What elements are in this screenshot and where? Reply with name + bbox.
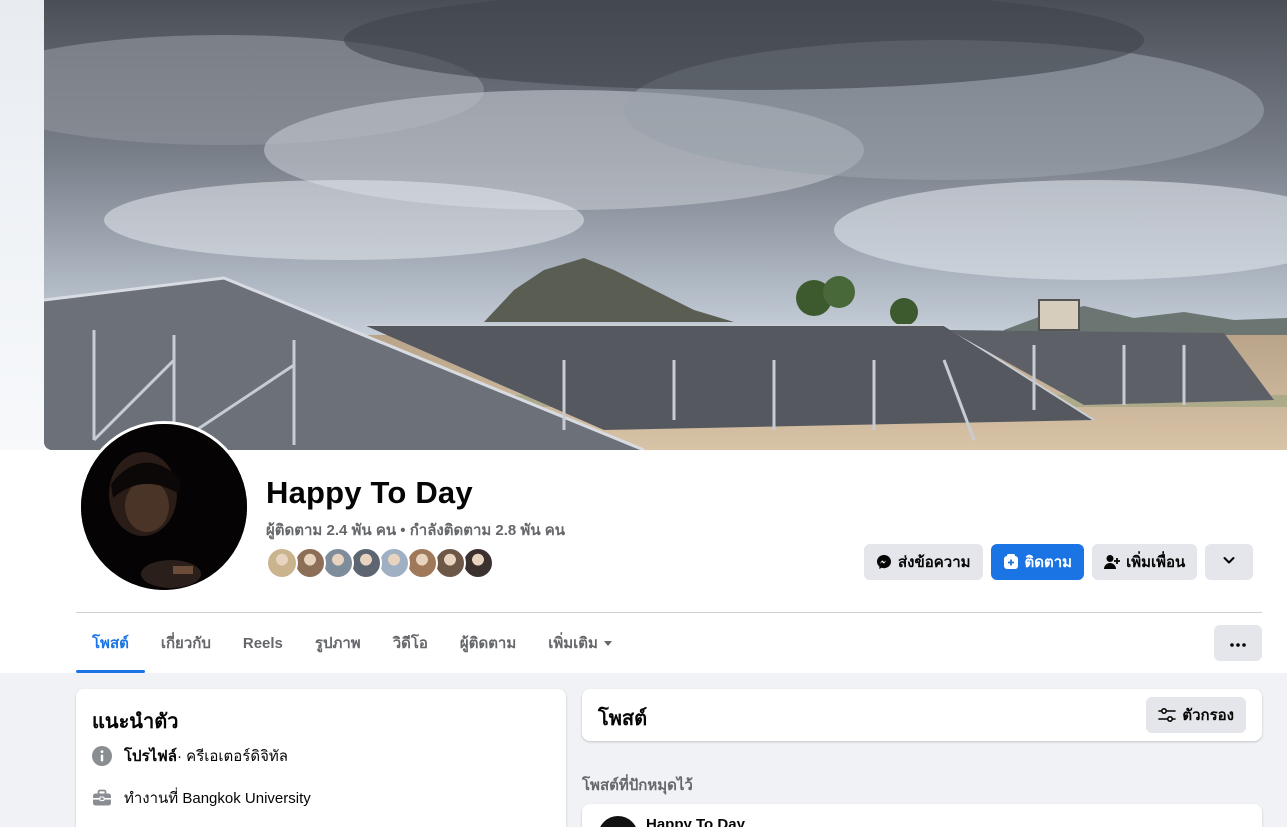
tab-label: เพิ่มเติม	[548, 635, 598, 652]
add-friend-icon	[1104, 554, 1121, 570]
tab-label: Reels	[242, 634, 283, 652]
intro-work-row: ทำงานที่ Bangkok University	[92, 786, 311, 810]
friend-avatar[interactable]	[462, 547, 494, 579]
friend-avatar[interactable]	[434, 547, 466, 579]
follow-label: ติดตาม	[1024, 554, 1073, 571]
posts-header-card: โพสต์ ตัวกรอง	[582, 689, 1262, 741]
intro-card: แนะนำตัว โปรไฟล์ · ครีเอเตอร์ดิจิทัล ทำง…	[76, 689, 566, 827]
briefcase-icon	[92, 788, 112, 808]
intro-profile-row: โปรไฟล์ · ครีเอเตอร์ดิจิทัล	[92, 744, 288, 768]
cover-image	[44, 0, 1287, 450]
more-dots-icon	[1230, 634, 1246, 652]
friend-avatar[interactable]	[406, 547, 438, 579]
profile-actions: ส่งข้อความ ติดตาม เพิ่มเพื่อน	[864, 544, 1254, 580]
filter-button[interactable]: ตัวกรอง	[1146, 697, 1246, 733]
tab-posts[interactable]: โพสต์	[76, 613, 145, 673]
tab-label: เกี่ยวกับ	[160, 635, 211, 652]
messenger-icon	[876, 554, 892, 570]
friend-avatars[interactable]	[266, 547, 494, 580]
filter-label: ตัวกรอง	[1182, 707, 1234, 724]
avatar-image	[81, 424, 247, 590]
add-friend-button[interactable]: เพิ่มเพื่อน	[1092, 544, 1198, 580]
more-options-button[interactable]	[1214, 625, 1262, 661]
tab-label: โพสต์	[92, 635, 129, 652]
profile-tabs: โพสต์ เกี่ยวกับ Reels รูปภาพ วิดีโอ ผู้ต…	[76, 613, 628, 673]
cover-photo[interactable]	[44, 0, 1287, 450]
follow-icon	[1003, 554, 1019, 570]
tab-videos[interactable]: วิดีโอ	[377, 613, 444, 673]
message-label: ส่งข้อความ	[898, 554, 971, 571]
chevron-down-icon	[1222, 553, 1236, 571]
posts-title: โพสต์	[598, 708, 648, 730]
post-author-name[interactable]: Happy To Day	[646, 816, 745, 827]
tab-more[interactable]: เพิ่มเติม	[532, 613, 628, 673]
intro-title: แนะนำตัว	[92, 711, 179, 733]
tab-label: รูปภาพ	[314, 635, 361, 652]
filter-icon	[1158, 706, 1177, 724]
tab-label: ผู้ติดตาม	[459, 635, 517, 652]
left-gutter	[0, 0, 44, 450]
profile-name: Happy To Day	[266, 475, 473, 510]
tab-reels[interactable]: Reels	[227, 613, 299, 673]
profile-avatar[interactable]	[78, 421, 250, 593]
friend-avatar[interactable]	[350, 547, 382, 579]
profile-dropdown-button[interactable]	[1205, 544, 1254, 580]
pinned-posts-label: โพสต์ที่ปักหมุดไว้	[582, 777, 693, 794]
friend-avatar[interactable]	[294, 547, 326, 579]
tab-label: วิดีโอ	[392, 635, 428, 652]
follow-button[interactable]: ติดตาม	[990, 544, 1085, 580]
caret-down-icon	[603, 640, 612, 646]
pinned-post: Happy To Day	[582, 804, 1262, 827]
message-button[interactable]: ส่งข้อความ	[864, 544, 983, 580]
tab-about[interactable]: เกี่ยวกับ	[145, 613, 227, 673]
followers-count[interactable]: ผู้ติดตาม 2.4 พัน คน • กำลังติดตาม 2.8 พ…	[266, 518, 565, 542]
info-icon	[92, 746, 112, 766]
friend-avatar[interactable]	[378, 547, 410, 579]
tab-followers[interactable]: ผู้ติดตาม	[444, 613, 532, 673]
friend-avatar[interactable]	[266, 547, 298, 579]
post-author-avatar[interactable]	[598, 816, 638, 827]
intro-profile-label: โปรไฟล์	[124, 748, 177, 765]
add-friend-label: เพิ่มเพื่อน	[1126, 554, 1186, 571]
intro-work-text: ทำงานที่ Bangkok University	[124, 790, 311, 807]
friend-avatar[interactable]	[322, 547, 354, 579]
tab-photos[interactable]: รูปภาพ	[299, 613, 377, 673]
intro-profile-category: · ครีเอเตอร์ดิจิทัล	[177, 748, 288, 765]
